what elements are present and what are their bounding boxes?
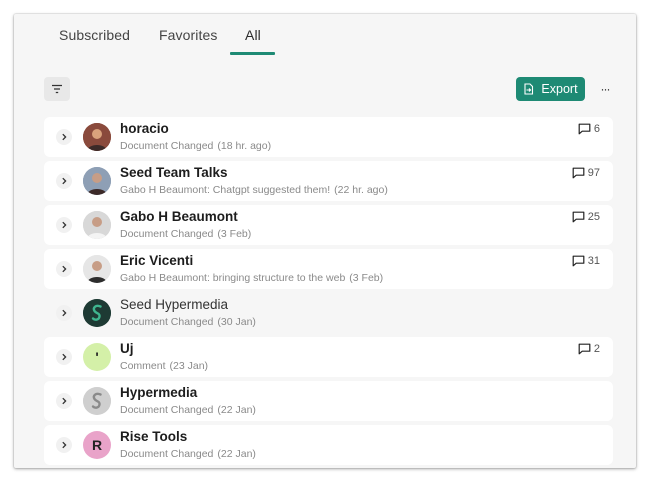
item-title: Seed Hypermedia: [120, 297, 229, 312]
item-time: (3 Feb): [217, 228, 252, 240]
chevron-right-icon[interactable]: [56, 349, 72, 365]
tab-bar: Subscribed Favorites All: [14, 14, 636, 56]
chevron-right-icon[interactable]: [56, 129, 72, 145]
comment-count-value: 2: [593, 343, 600, 355]
list-item[interactable]: Seed Hypermedia Document Changed (30 Jan): [44, 293, 613, 333]
item-subtitle: Document Changed (18 hr. ago): [120, 140, 271, 152]
comment-count: 97: [572, 167, 600, 179]
item-activity: Document Changed: [120, 140, 214, 152]
seed-logo-avatar: [83, 299, 111, 327]
item-time: (23 Jan): [169, 360, 209, 372]
comment-count-value: 6: [593, 123, 600, 135]
comment-count-value: 97: [587, 167, 600, 179]
item-time: (18 hr. ago): [217, 140, 272, 152]
person-photo-icon: [83, 211, 111, 239]
list-item[interactable]: horacio Document Changed (18 hr. ago) 6: [44, 117, 613, 157]
avatar-photo: [83, 255, 111, 283]
list-item[interactable]: Hypermedia Document Changed (22 Jan): [44, 381, 613, 421]
chevron-right-icon[interactable]: [56, 261, 72, 277]
comment-icon: [578, 123, 591, 135]
comment-icon: [572, 167, 585, 179]
item-time: (3 Feb): [349, 272, 384, 284]
item-activity: Document Changed: [120, 316, 214, 328]
filter-lines-icon: [52, 84, 62, 94]
chevron-right-icon[interactable]: [56, 437, 72, 453]
avatar: ': [83, 343, 111, 371]
comment-count: 2: [578, 343, 600, 355]
list-item[interactable]: Eric Vicenti Gabo H Beaumont: bringing s…: [44, 249, 613, 289]
chevron-right-icon[interactable]: [56, 393, 72, 409]
item-activity: Document Changed: [120, 228, 214, 240]
item-title: Rise Tools: [120, 429, 188, 444]
seed-logo-avatar: [83, 387, 111, 415]
comment-count: 31: [572, 255, 600, 267]
item-subtitle: Document Changed (3 Feb): [120, 228, 251, 240]
item-subtitle: Gabo H Beaumont: bringing structure to t…: [120, 272, 383, 284]
item-activity: Gabo H Beaumont: Chatgpt suggested them!: [120, 184, 331, 196]
tab-all[interactable]: All: [245, 27, 261, 43]
comment-count: 25: [572, 211, 600, 223]
chevron-right-icon[interactable]: [56, 305, 72, 321]
comment-icon: [572, 211, 585, 223]
app-window: Subscribed Favorites All Export ··· hora…: [14, 14, 636, 468]
item-subtitle: Gabo H Beaumont: Chatgpt suggested them!…: [120, 184, 388, 196]
person-photo-icon: [83, 255, 111, 283]
avatar-photo: [83, 211, 111, 239]
avatar-letter: ': [95, 349, 99, 365]
item-title: Gabo H Beaumont: [120, 209, 238, 224]
active-tab-indicator: [230, 52, 275, 55]
avatar: R: [83, 431, 111, 459]
avatar-photo: [83, 167, 111, 195]
item-subtitle: Document Changed (22 Jan): [120, 404, 256, 416]
document-export-icon: [524, 83, 534, 95]
filter-button[interactable]: [44, 77, 70, 101]
list-item[interactable]: Gabo H Beaumont Document Changed (3 Feb) …: [44, 205, 613, 245]
item-time: (22 Jan): [217, 404, 256, 416]
person-photo-icon: [83, 167, 111, 195]
item-title: Seed Team Talks: [120, 165, 228, 180]
item-time: (22 hr. ago): [334, 184, 388, 196]
chevron-right-icon[interactable]: [56, 217, 72, 233]
document-list: horacio Document Changed (18 hr. ago) 6 S…: [44, 117, 613, 468]
list-item[interactable]: ' Uj Comment (23 Jan) 2: [44, 337, 613, 377]
item-activity: Document Changed: [120, 448, 214, 460]
list-item[interactable]: Seed Team Talks Gabo H Beaumont: Chatgpt…: [44, 161, 613, 201]
item-title: Uj: [120, 341, 134, 356]
item-activity: Document Changed: [120, 404, 214, 416]
chevron-right-icon[interactable]: [56, 173, 72, 189]
item-time: (22 Jan): [217, 448, 256, 460]
export-label: Export: [541, 82, 578, 96]
item-activity: Gabo H Beaumont: bringing structure to t…: [120, 272, 346, 284]
avatar-letter: R: [91, 437, 103, 453]
comment-icon: [572, 255, 585, 267]
item-title: Hypermedia: [120, 385, 198, 400]
more-dots-icon: ···: [600, 82, 611, 96]
item-subtitle: Document Changed (30 Jan): [120, 316, 256, 328]
item-subtitle: Document Changed (22 Jan): [120, 448, 256, 460]
seed-logo-icon: [83, 387, 111, 415]
more-options-button[interactable]: ···: [597, 79, 613, 99]
item-title: horacio: [120, 121, 169, 136]
export-button[interactable]: Export: [516, 77, 585, 101]
tab-favorites[interactable]: Favorites: [159, 27, 217, 43]
item-activity: Comment: [120, 360, 166, 372]
comment-icon: [578, 343, 591, 355]
avatar-photo: [83, 123, 111, 151]
comment-count-value: 31: [587, 255, 600, 267]
item-title: Eric Vicenti: [120, 253, 194, 268]
comment-count-value: 25: [587, 211, 600, 223]
person-photo-icon: [83, 123, 111, 151]
list-item[interactable]: R Rise Tools Document Changed (22 Jan): [44, 425, 613, 465]
item-time: (30 Jan): [217, 316, 256, 328]
tab-subscribed[interactable]: Subscribed: [59, 27, 130, 43]
seed-logo-icon: [83, 299, 111, 327]
item-subtitle: Comment (23 Jan): [120, 360, 208, 372]
comment-count: 6: [578, 123, 600, 135]
